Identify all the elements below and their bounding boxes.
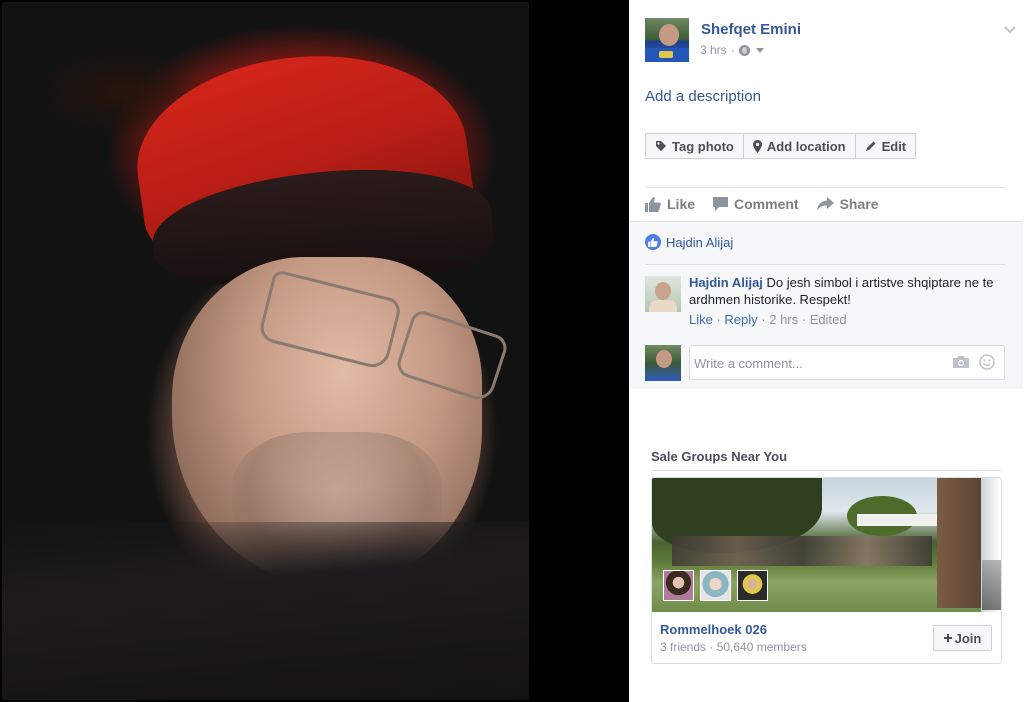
comment-button[interactable]: Comment <box>713 194 799 214</box>
tag-photo-button[interactable]: Tag photo <box>646 134 744 158</box>
edit-label: Edit <box>881 138 907 154</box>
sale-groups-module: Sale Groups Near You Rommelhoek 026 3 fr… <box>651 449 1003 664</box>
comment-icon <box>713 197 729 211</box>
comment-composer: Write a comment... <box>645 345 1005 381</box>
avatar-flag <box>645 48 689 62</box>
share-button[interactable]: Share <box>816 194 879 214</box>
join-label: Join <box>954 630 982 646</box>
action-bar: Like Comment Share <box>645 194 1005 214</box>
composer-avatar <box>645 345 681 381</box>
comment-like-link[interactable]: Like <box>689 312 713 327</box>
comment-text-block: Hajdin Alijaj Do jesh simbol i artistve … <box>689 274 999 308</box>
add-description-link[interactable]: Add a description <box>645 88 761 105</box>
add-location-label: Add location <box>766 138 846 154</box>
group-cover-photo[interactable] <box>652 478 1001 612</box>
cover-hut <box>937 478 981 608</box>
like-reaction-icon <box>645 234 661 250</box>
liked-by-name[interactable]: Hajdin Alijaj <box>666 235 733 250</box>
commenter-avatar[interactable] <box>645 276 681 312</box>
sep: · <box>757 312 770 327</box>
sep: · <box>712 312 725 327</box>
post-photo[interactable] <box>2 2 529 700</box>
sale-groups-title: Sale Groups Near You <box>651 449 788 464</box>
author-name[interactable]: Shefqet Emini <box>701 21 801 38</box>
chevron-down-icon[interactable] <box>1002 22 1018 38</box>
meta-separator: · <box>730 43 735 57</box>
member-avatar[interactable] <box>663 570 694 601</box>
member-avatar[interactable] <box>700 570 731 601</box>
comment-input-placeholder: Write a comment... <box>694 356 803 371</box>
comment-edited[interactable]: Edited <box>810 312 847 327</box>
edit-button[interactable]: Edit <box>856 134 916 158</box>
avatar-head <box>656 350 672 368</box>
group-card[interactable]: Rommelhoek 026 3 friends · 50,640 member… <box>651 477 1002 664</box>
comment-time[interactable]: 2 hrs <box>769 312 798 327</box>
member-thumbnails <box>663 570 768 601</box>
share-label: Share <box>839 196 879 212</box>
photo-sidebar: Shefqet Emini 3 hrs · Add a description … <box>629 0 1025 702</box>
share-arrow-icon <box>816 197 834 211</box>
thumbs-up-icon <box>645 196 661 212</box>
caret-down-icon[interactable] <box>755 47 764 53</box>
avatar-body <box>649 300 677 312</box>
photo-viewer[interactable] <box>0 0 629 702</box>
comment-reply-link[interactable]: Reply <box>724 312 757 327</box>
member-avatar[interactable] <box>737 570 768 601</box>
like-button[interactable]: Like <box>645 194 695 214</box>
location-pin-icon <box>752 139 762 153</box>
commenter-name[interactable]: Hajdin Alijaj <box>689 275 763 290</box>
camera-icon[interactable] <box>953 356 969 368</box>
post-header: Shefqet Emini 3 hrs · <box>645 18 1016 62</box>
post-time[interactable]: 3 hrs <box>700 43 727 57</box>
photo-jacket <box>2 522 529 700</box>
pencil-icon <box>865 141 876 151</box>
divider <box>651 470 1001 471</box>
join-button[interactable]: Join <box>933 625 992 651</box>
cover-crowd <box>672 536 932 566</box>
comment-actions: Like · Reply · 2 hrs · Edited <box>689 312 847 327</box>
comment-label: Comment <box>734 196 799 212</box>
group-members: 50,640 members <box>716 640 807 654</box>
comments-section: Hajdin Alijaj Hajdin Alijaj Do jesh simb… <box>629 221 1023 389</box>
divider <box>645 187 1005 188</box>
avatar-head <box>655 282 671 300</box>
sep: · <box>798 312 810 327</box>
emoji-icon[interactable] <box>979 354 995 370</box>
group-name[interactable]: Rommelhoek 026 <box>660 622 767 637</box>
plus-icon <box>943 634 952 642</box>
avatar-head <box>659 24 679 46</box>
cover-tent <box>857 514 937 526</box>
globe-icon[interactable] <box>738 44 750 56</box>
add-location-button[interactable]: Add location <box>744 134 856 158</box>
cover-shadow <box>982 560 1001 610</box>
author-avatar[interactable] <box>645 18 689 62</box>
divider <box>645 264 1005 265</box>
tag-icon <box>656 141 666 151</box>
group-meta: 3 friends · 50,640 members <box>660 640 807 654</box>
group-friends: 3 friends <box>660 640 707 654</box>
post-meta: 3 hrs · <box>700 43 764 57</box>
like-label: Like <box>667 196 696 212</box>
tag-photo-label: Tag photo <box>672 138 734 154</box>
comment-input[interactable]: Write a comment... <box>689 345 1005 380</box>
photo-tools: Tag photo Add location Edit <box>645 133 917 159</box>
reactions-summary[interactable]: Hajdin Alijaj <box>645 234 733 250</box>
